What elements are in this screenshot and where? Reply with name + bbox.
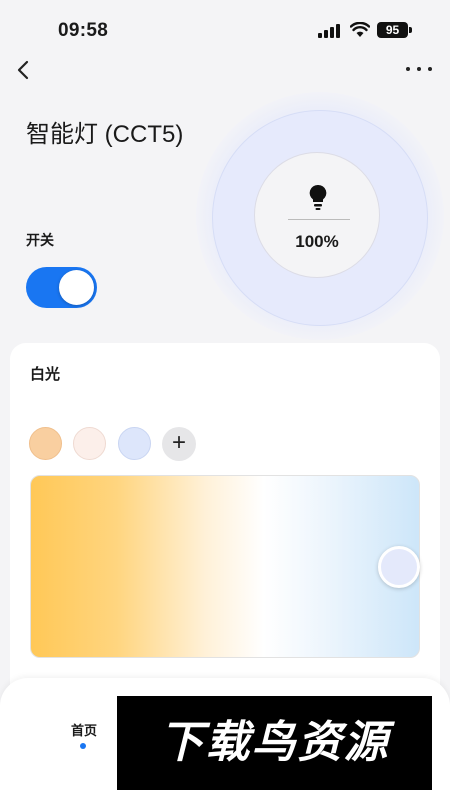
watermark: 下载鸟资源 — [117, 696, 432, 790]
color-temperature-panel[interactable] — [30, 475, 420, 658]
dial-divider — [288, 219, 350, 220]
wifi-icon — [350, 22, 370, 37]
bulb-icon — [309, 184, 327, 210]
color-preset-neutral[interactable] — [73, 427, 106, 460]
status-time: 09:58 — [58, 20, 109, 41]
nav-active-indicator — [80, 743, 86, 749]
page-title: 智能灯 (CCT5) — [26, 121, 184, 148]
back-icon[interactable] — [12, 56, 36, 84]
white-light-title: 白光 — [30, 366, 61, 383]
nav-home-tab[interactable]: 首页 — [56, 720, 112, 739]
battery-icon: 95 — [377, 22, 408, 38]
power-label: 开关 — [26, 232, 54, 248]
color-preset-warm[interactable] — [29, 427, 62, 460]
more-options-icon[interactable] — [402, 60, 436, 78]
brightness-value: 100% — [295, 232, 339, 251]
battery-tip — [409, 27, 412, 33]
toggle-knob — [59, 270, 94, 305]
color-temperature-handle[interactable] — [378, 546, 420, 588]
add-preset-button[interactable]: + — [162, 427, 196, 461]
brightness-dial-center — [254, 152, 380, 278]
cellular-signal-icon — [318, 24, 342, 38]
power-toggle[interactable] — [26, 267, 97, 308]
color-preset-cool[interactable] — [118, 427, 151, 460]
